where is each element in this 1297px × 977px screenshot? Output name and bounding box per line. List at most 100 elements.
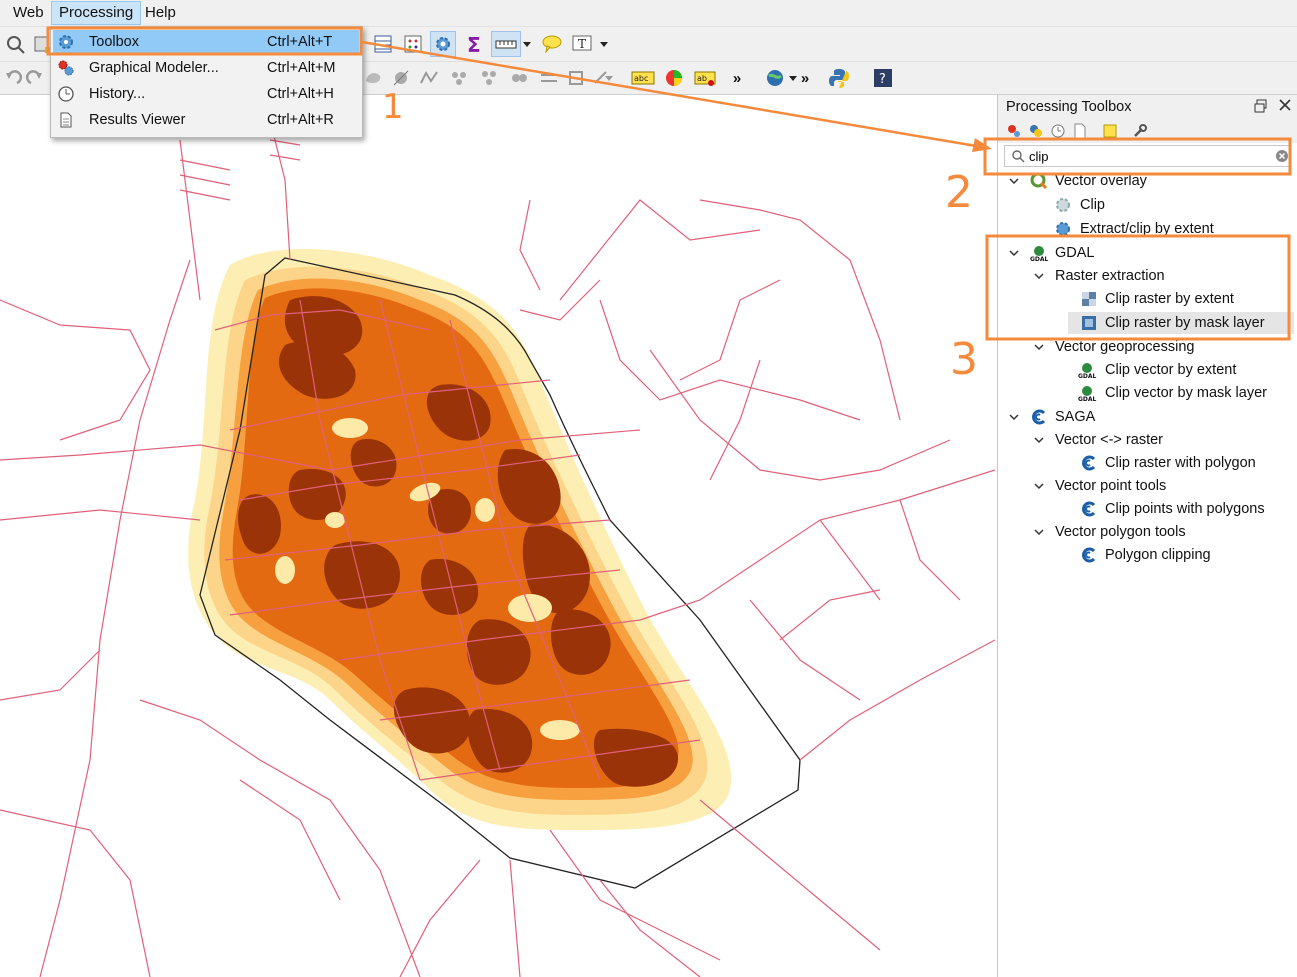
tree-item-extract-clip-by-extent[interactable]: Extract/clip by extent bbox=[1004, 218, 1294, 240]
tree-item-clip-vector-by-extent[interactable]: GDAL Clip vector by extent bbox=[1004, 359, 1294, 381]
tree-group-saga[interactable]: SAGA bbox=[1004, 406, 1294, 428]
digitize-dropdown-icon[interactable] bbox=[602, 65, 616, 91]
python-console-icon[interactable] bbox=[826, 65, 852, 91]
road-line bbox=[0, 649, 101, 701]
tree-group-vector-geoprocessing[interactable]: Vector geoprocessing bbox=[1004, 336, 1294, 358]
search-box bbox=[1004, 145, 1291, 167]
map-canvas[interactable] bbox=[0, 95, 995, 977]
menu-item-history[interactable]: History... Ctrl+Alt+H bbox=[53, 82, 359, 106]
edit-features-in-place-icon[interactable] bbox=[1102, 123, 1118, 142]
measure-dropdown-icon[interactable] bbox=[520, 31, 534, 57]
field-calculator-icon[interactable] bbox=[400, 31, 426, 57]
options-wrench-icon[interactable] bbox=[1132, 123, 1148, 142]
road-line bbox=[899, 499, 961, 601]
gear-icon bbox=[1054, 196, 1072, 214]
identify-icon[interactable] bbox=[2, 31, 28, 57]
svg-text:GDAL: GDAL bbox=[1078, 373, 1097, 379]
search-input[interactable] bbox=[1029, 147, 1269, 165]
annotation-dropdown-icon[interactable] bbox=[597, 31, 611, 57]
tree-item-clip-raster-by-mask-layer[interactable]: Clip raster by mask layer bbox=[1068, 312, 1294, 334]
road-line bbox=[0, 809, 151, 977]
statistics-icon[interactable]: Σ bbox=[461, 31, 487, 57]
chevron-down-icon[interactable] bbox=[1008, 175, 1020, 187]
reshape-icon[interactable] bbox=[564, 65, 590, 91]
road-line bbox=[679, 279, 781, 381]
offset-curve-icon[interactable] bbox=[536, 65, 562, 91]
menu-item-graphical-modeler[interactable]: Graphical Modeler... Ctrl+Alt+M bbox=[53, 56, 359, 80]
text-annotation-icon[interactable]: T bbox=[569, 31, 595, 57]
label-pin-icon[interactable]: ab bbox=[692, 65, 718, 91]
attribute-table-icon[interactable] bbox=[370, 31, 396, 57]
chevron-down-icon[interactable] bbox=[1033, 526, 1045, 538]
road-line bbox=[749, 599, 861, 701]
tree-item-clip-raster-by-extent[interactable]: Clip raster by extent bbox=[1004, 288, 1294, 310]
models-icon[interactable] bbox=[1006, 123, 1022, 142]
help-icon[interactable]: ? bbox=[870, 65, 896, 91]
road-line bbox=[239, 779, 341, 901]
tree-item-clip-points-with-polygons[interactable]: Clip points with polygons bbox=[1004, 498, 1294, 520]
panel-title-bar: Processing Toolbox bbox=[998, 95, 1297, 119]
saga-icon bbox=[1030, 408, 1048, 426]
chevron-down-icon[interactable] bbox=[1033, 341, 1045, 353]
menu-item-toolbox[interactable]: Toolbox Ctrl+Alt+T bbox=[53, 30, 359, 54]
road-line bbox=[559, 199, 761, 301]
tree-item-polygon-clipping[interactable]: Polygon clipping bbox=[1004, 544, 1294, 566]
scripts-icon[interactable] bbox=[1028, 123, 1044, 142]
modeler-icon bbox=[57, 59, 75, 77]
tree-group-vector-point-tools[interactable]: Vector point tools bbox=[1004, 475, 1294, 497]
map-tips-icon[interactable] bbox=[539, 31, 565, 57]
tree-group-gdal[interactable]: GDAL GDAL bbox=[1004, 242, 1294, 264]
tree-group-raster-extraction[interactable]: Raster extraction bbox=[1004, 265, 1294, 287]
processing-menu: Toolbox Ctrl+Alt+T Graphical Modeler... … bbox=[50, 26, 363, 138]
more-tools-2-icon[interactable]: » bbox=[797, 65, 813, 91]
road-line bbox=[699, 199, 901, 421]
chevron-down-icon[interactable] bbox=[1033, 480, 1045, 492]
road-line bbox=[509, 859, 521, 977]
fill-ring-icon[interactable] bbox=[476, 65, 502, 91]
gear-icon bbox=[57, 33, 75, 51]
tree-item-clip-raster-with-polygon[interactable]: Clip raster with polygon bbox=[1004, 452, 1294, 474]
results-icon[interactable] bbox=[1072, 123, 1088, 142]
panel-toolbar bbox=[998, 119, 1297, 143]
menu-item-results-viewer[interactable]: Results Viewer Ctrl+Alt+R bbox=[53, 108, 359, 132]
raster-icon bbox=[1080, 290, 1098, 308]
road-line bbox=[709, 359, 761, 481]
clock-icon bbox=[57, 85, 75, 103]
svg-text:Σ: Σ bbox=[467, 33, 481, 55]
vertex-tool-icon[interactable] bbox=[360, 65, 386, 91]
menu-processing[interactable]: Processing bbox=[51, 1, 142, 25]
float-panel-icon[interactable] bbox=[1254, 99, 1268, 116]
chevron-down-icon[interactable] bbox=[1008, 247, 1020, 259]
tree-group-vector-raster[interactable]: Vector <-> raster bbox=[1004, 429, 1294, 451]
simplify-icon[interactable] bbox=[416, 65, 442, 91]
raster-icon bbox=[1080, 314, 1098, 332]
menu-web[interactable]: Web bbox=[6, 2, 51, 24]
measure-icon[interactable] bbox=[491, 31, 521, 57]
split-features-icon[interactable] bbox=[388, 65, 414, 91]
road-line bbox=[699, 799, 881, 951]
gdal-icon: GDAL bbox=[1078, 361, 1097, 380]
label-toolbar-icon[interactable]: abc bbox=[630, 65, 656, 91]
delete-part-icon[interactable] bbox=[506, 65, 532, 91]
more-tools-icon[interactable]: » bbox=[729, 65, 745, 91]
tree-item-clip[interactable]: Clip bbox=[1004, 194, 1294, 216]
gdal-icon: GDAL bbox=[1078, 384, 1097, 403]
diagram-icon[interactable] bbox=[661, 65, 687, 91]
plugin-globe-icon[interactable] bbox=[762, 65, 788, 91]
tree-item-clip-vector-by-mask-layer[interactable]: GDAL Clip vector by mask layer bbox=[1004, 382, 1294, 404]
gdal-icon: GDAL bbox=[1030, 244, 1049, 263]
tree-group-vector-overlay[interactable]: Vector overlay bbox=[1004, 170, 1294, 192]
chevron-down-icon[interactable] bbox=[1033, 270, 1045, 282]
add-ring-icon[interactable] bbox=[446, 65, 472, 91]
redo-icon[interactable] bbox=[22, 65, 48, 91]
road-line bbox=[819, 519, 881, 601]
menu-help[interactable]: Help bbox=[138, 2, 183, 24]
close-panel-icon[interactable] bbox=[1278, 98, 1292, 115]
history-icon[interactable] bbox=[1050, 123, 1066, 142]
tree-group-vector-polygon-tools[interactable]: Vector polygon tools bbox=[1004, 521, 1294, 543]
chevron-down-icon[interactable] bbox=[1033, 434, 1045, 446]
chevron-down-icon[interactable] bbox=[1008, 411, 1020, 423]
svg-text:T: T bbox=[578, 37, 586, 51]
clear-search-icon[interactable] bbox=[1275, 149, 1289, 166]
processing-toolbox-icon[interactable] bbox=[430, 31, 456, 57]
